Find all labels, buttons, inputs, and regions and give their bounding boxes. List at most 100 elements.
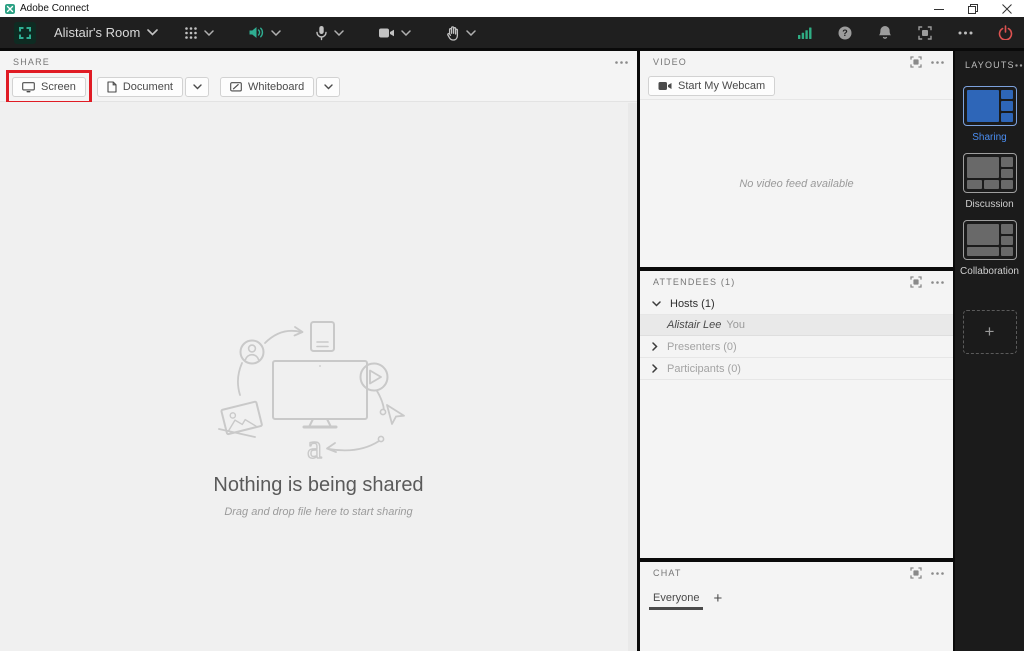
share-document-label: Document [122, 81, 173, 93]
minimize-icon [934, 8, 944, 10]
layout-sharing-thumbnail[interactable] [962, 86, 1017, 126]
video-body: No video feed available [640, 100, 953, 267]
pod-fullscreen-icon [910, 56, 922, 68]
microphone-icon [316, 25, 327, 40]
adobe-connect-logo[interactable] [14, 21, 36, 44]
ellipsis-icon [1015, 63, 1022, 67]
room-name: Alistair's Room [54, 25, 141, 40]
connection-status-button[interactable] [796, 27, 814, 39]
app-toolbar: Alistair's Room ? [0, 17, 1024, 48]
video-pod-fullscreen-button[interactable] [910, 56, 922, 68]
attendees-pod-fullscreen-button[interactable] [910, 276, 922, 288]
fullscreen-button[interactable] [916, 25, 934, 40]
help-button[interactable]: ? [836, 26, 854, 40]
attendees-presenters-group[interactable]: Presenters (0) [640, 336, 953, 358]
create-layout-plus: + [984, 322, 995, 341]
share-document-dropdown[interactable] [185, 77, 209, 97]
close-icon [1002, 3, 1012, 14]
chat-add-tab-button[interactable]: + [713, 591, 722, 610]
attendees-pod-menu-button[interactable] [931, 280, 944, 284]
attendee-you-tag: You [726, 319, 745, 331]
ellipsis-icon [931, 571, 944, 575]
grid-icon [185, 26, 198, 39]
main-area: SHARE Screen Document Whiteboard a Nothi… [0, 48, 1024, 651]
raise-hand-menu[interactable] [445, 25, 477, 41]
help-icon: ? [838, 26, 852, 39]
attendee-row[interactable]: Alistair Lee You [640, 315, 953, 336]
layouts-menu-button[interactable] [1015, 63, 1024, 67]
layouts-header: LAYOUTS [955, 54, 1024, 76]
app-icon [5, 3, 15, 14]
layout-collaboration-label[interactable]: Collaboration [960, 266, 1019, 277]
attendees-pod-header: ATTENDEES (1) [640, 271, 953, 293]
ellipsis-icon [958, 31, 972, 34]
share-screen-label: Screen [41, 81, 76, 93]
microphone-menu[interactable] [315, 25, 345, 41]
share-empty-title: Nothing is being shared [213, 474, 424, 496]
chevron-down-icon [466, 29, 477, 36]
share-document-button[interactable]: Document [96, 77, 183, 97]
end-meeting-button[interactable] [996, 25, 1014, 40]
speaker-menu[interactable] [248, 25, 282, 40]
share-pod-title: SHARE [13, 57, 51, 67]
share-scrollbar[interactable] [628, 103, 637, 651]
share-empty-hint: Drag and drop file here to start sharing [224, 506, 413, 518]
connect-logo-icon [19, 26, 31, 39]
attendees-pod: ATTENDEES (1) Hosts (1) Alistair Lee You… [640, 271, 953, 558]
share-pod-menu-button[interactable] [615, 60, 628, 64]
signal-bars-icon [798, 27, 812, 39]
more-options-button[interactable] [956, 31, 974, 35]
layout-discussion-label[interactable]: Discussion [965, 199, 1013, 210]
webcam-icon [658, 82, 672, 90]
notifications-button[interactable] [876, 25, 894, 40]
chat-pod-fullscreen-button[interactable] [910, 567, 922, 579]
room-name-menu[interactable]: Alistair's Room [54, 25, 159, 40]
chevron-down-icon [192, 84, 202, 90]
window-title: Adobe Connect [20, 3, 89, 14]
video-toolbar: Start My Webcam [640, 73, 953, 100]
layout-discussion-thumbnail[interactable] [962, 153, 1017, 193]
layout-collaboration-thumbnail[interactable] [962, 220, 1017, 260]
layout-sharing-label[interactable]: Sharing [972, 132, 1006, 143]
share-whiteboard-dropdown[interactable] [316, 77, 341, 97]
minimize-button[interactable] [922, 0, 956, 17]
share-pod: SHARE Screen Document Whiteboard a Nothi… [0, 51, 637, 651]
power-icon [998, 25, 1012, 40]
attendees-hosts-group[interactable]: Hosts (1) [640, 293, 953, 315]
chevron-right-icon [652, 342, 658, 351]
share-whiteboard-button[interactable]: Whiteboard [220, 77, 315, 97]
ellipsis-icon [615, 60, 628, 64]
svg-text:a: a [307, 429, 322, 464]
bell-icon [879, 26, 891, 39]
chevron-down-icon [271, 29, 282, 36]
right-column: VIDEO Start My Webcam No video feed avai… [640, 51, 953, 651]
pod-fullscreen-icon [910, 567, 922, 579]
share-drop-area[interactable]: a Nothing is being shared Drag and drop … [0, 102, 637, 651]
share-screen-button[interactable]: Screen [12, 77, 86, 97]
webcam-menu[interactable] [378, 27, 412, 39]
chevron-down-icon [204, 29, 215, 36]
share-toolbar: Screen Document Whiteboard [0, 70, 637, 104]
video-pod-menu-button[interactable] [931, 60, 944, 64]
raise-hand-icon [447, 25, 459, 41]
start-webcam-button[interactable]: Start My Webcam [648, 76, 776, 96]
share-whiteboard-label: Whiteboard [248, 81, 305, 93]
close-button[interactable] [990, 0, 1024, 17]
whiteboard-icon [230, 81, 242, 91]
attendee-name: Alistair Lee [667, 319, 722, 331]
attendees-participants-group[interactable]: Participants (0) [640, 358, 953, 380]
hosts-group-label: Hosts (1) [670, 297, 715, 310]
video-pod-header: VIDEO [640, 51, 953, 73]
chat-tab-everyone[interactable]: Everyone [648, 592, 705, 610]
fullscreen-icon [918, 25, 932, 40]
svg-text:?: ? [842, 28, 848, 38]
pods-menu[interactable] [184, 26, 215, 40]
chevron-down-icon [652, 300, 661, 307]
chat-pod-menu-button[interactable] [931, 571, 944, 575]
start-webcam-label: Start My Webcam [678, 80, 766, 92]
create-layout-button[interactable]: + [962, 310, 1017, 354]
chat-pod-header: CHAT [640, 562, 953, 584]
restore-button[interactable] [956, 0, 990, 17]
share-pod-header: SHARE [0, 51, 637, 73]
chat-tabs: Everyone + [640, 584, 953, 610]
